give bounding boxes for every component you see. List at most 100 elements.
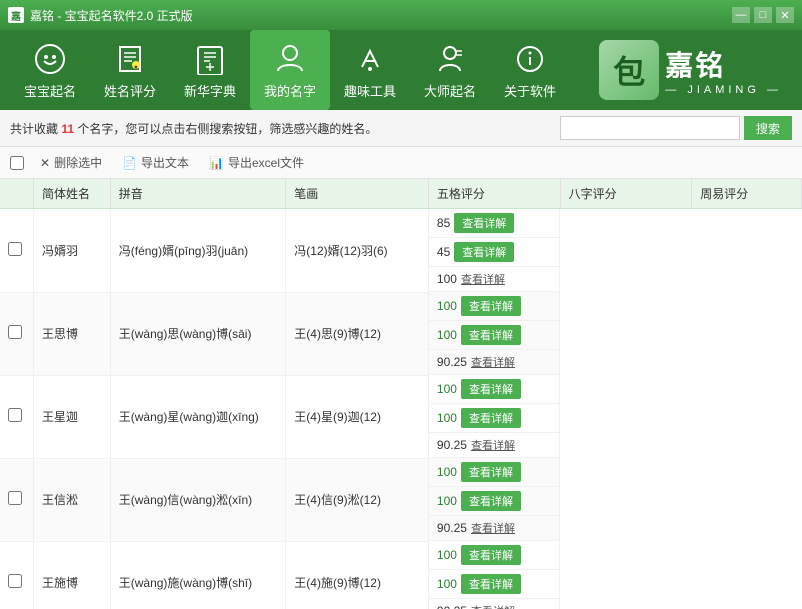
bazi-score: 100	[437, 577, 457, 591]
cell-bazi: 100查看详解	[429, 404, 560, 433]
bazi-score: 45	[437, 245, 450, 259]
close-button[interactable]: ✕	[776, 7, 794, 23]
master-name-icon	[432, 41, 468, 77]
row-checkbox[interactable]	[8, 325, 22, 339]
brand-text: 嘉铭 — JIAMING —	[665, 44, 782, 96]
cell-pinyin: 王(wàng)信(wàng)淞(xīn)	[110, 458, 286, 541]
table-row: 冯婿羽冯(féng)婿(pīng)羽(juān)冯(12)婿(12)羽(6)85…	[0, 209, 802, 293]
cell-pinyin: 王(wàng)星(wàng)迦(xīng)	[110, 375, 286, 458]
cell-name: 王施博	[33, 541, 110, 609]
cell-strokes: 王(4)思(9)博(12)	[286, 292, 429, 375]
cell-zhouyi: 90.25查看详解	[429, 516, 560, 541]
header-name: 简体姓名	[33, 179, 110, 209]
cell-bazi: 100 查看详解	[429, 321, 560, 350]
fun-tools-icon	[352, 41, 388, 77]
search-button[interactable]: 搜索	[744, 116, 792, 140]
bazi-score: 100	[437, 494, 457, 508]
nav-label: 新华字典	[184, 81, 236, 100]
wuge-score: 100	[437, 299, 457, 313]
nav-label: 关于软件	[504, 81, 556, 100]
bazi-view-button[interactable]: 查看详解	[454, 242, 514, 262]
search-input[interactable]	[560, 116, 740, 140]
header-pinyin: 拼音	[110, 179, 286, 209]
svg-text:★: ★	[133, 64, 138, 71]
zhouyi-score: 90.25	[437, 355, 467, 369]
wuge-view-button[interactable]: 查看详解	[461, 296, 521, 316]
cell-pinyin: 王(wàng)施(wàng)博(shī)	[110, 541, 286, 609]
header-check	[0, 179, 33, 209]
bazi-view-button[interactable]: 查看详解	[461, 408, 521, 428]
brand-sub: — JIAMING —	[665, 84, 782, 96]
row-checkbox[interactable]	[8, 242, 22, 256]
cell-name: 冯婿羽	[33, 209, 110, 293]
bazi-view-button[interactable]: 查看详解	[461, 325, 521, 345]
title-text: 嘉铭 - 宝宝起名软件2.0 正式版	[30, 7, 732, 24]
app-icon: 嘉	[8, 7, 24, 23]
cell-wuge: 100查看详解	[429, 541, 560, 570]
bazi-view-button[interactable]: 查看详解	[461, 491, 521, 511]
wuge-view-button[interactable]: 查看详解	[461, 462, 521, 482]
nav-label: 趣味工具	[344, 81, 396, 100]
cell-name: 王信淞	[33, 458, 110, 541]
zhouyi-view-button[interactable]: 查看详解	[471, 437, 515, 453]
xinhua-icon	[192, 41, 228, 77]
cell-name: 王思博	[33, 292, 110, 375]
zhouyi-score: 100	[437, 272, 457, 286]
brand: 包 嘉铭 — JIAMING —	[599, 40, 782, 100]
nav-xinhua[interactable]: 新华字典	[170, 30, 250, 110]
row-checkbox[interactable]	[8, 408, 22, 422]
table-row: 王星迦王(wàng)星(wàng)迦(xīng)王(4)星(9)迦(12)100…	[0, 375, 802, 458]
zhouyi-view-button[interactable]: 查看详解	[471, 520, 515, 536]
brand-name: 嘉铭	[665, 44, 782, 84]
nav-master-name[interactable]: 大师起名	[410, 30, 490, 110]
cell-zhouyi: 90.25 查看详解	[429, 350, 560, 375]
nav-name-eval[interactable]: ★ 姓名评分	[90, 30, 170, 110]
row-checkbox[interactable]	[8, 574, 22, 588]
wuge-view-button[interactable]: 查看详解	[461, 379, 521, 399]
brand-logo: 包	[599, 40, 659, 100]
nav-fun-tools[interactable]: 趣味工具	[330, 30, 410, 110]
cell-zhouyi: 100 查看详解	[429, 267, 560, 292]
minimize-button[interactable]: —	[732, 7, 750, 23]
wuge-score: 100	[437, 465, 457, 479]
cell-strokes: 冯(12)婿(12)羽(6)	[286, 209, 429, 293]
action-bar: ✕ 删除选中 📄 导出文本 📊 导出excel文件	[0, 147, 802, 179]
cell-bazi: 45 查看详解	[429, 238, 560, 267]
search-box: 搜索	[560, 116, 792, 140]
zhouyi-view-button[interactable]: 查看详解	[471, 603, 515, 609]
cell-bazi: 100 查看详解	[429, 570, 560, 599]
cell-strokes: 王(4)信(9)淞(12)	[286, 458, 429, 541]
export-excel-icon: 📊	[209, 156, 224, 170]
wuge-view-button[interactable]: 查看详解	[454, 213, 514, 233]
zhouyi-view-button[interactable]: 查看详解	[471, 354, 515, 370]
select-all-checkbox[interactable]	[10, 156, 24, 170]
cell-wuge: 85查看详解	[429, 209, 560, 238]
wuge-view-button[interactable]: 查看详解	[461, 545, 521, 565]
cell-wuge: 100查看详解	[429, 375, 560, 404]
export-text-button[interactable]: 📄 导出文本	[118, 152, 193, 173]
window-controls: — □ ✕	[732, 7, 794, 23]
nav-label: 宝宝起名	[24, 81, 76, 100]
names-table: 简体姓名 拼音 笔画 五格评分 八字评分 周易评分 冯婿羽冯(féng)婿(pī…	[0, 179, 802, 609]
bazi-score: 100	[437, 328, 457, 342]
row-checkbox[interactable]	[8, 491, 22, 505]
names-table-container: 简体姓名 拼音 笔画 五格评分 八字评分 周易评分 冯婿羽冯(féng)婿(pī…	[0, 179, 802, 609]
header-strokes: 笔画	[286, 179, 429, 209]
cell-bazi: 100 查看详解	[429, 487, 560, 516]
nav-label: 我的名字	[264, 81, 316, 100]
cell-zhouyi: 90.25 查看详解	[429, 599, 560, 609]
maximize-button[interactable]: □	[754, 7, 772, 23]
zhouyi-view-button[interactable]: 查看详解	[461, 271, 505, 287]
table-row: 王施博王(wàng)施(wàng)博(shī)王(4)施(9)博(12)100查…	[0, 541, 802, 609]
nav-baby-name[interactable]: 宝宝起名	[10, 30, 90, 110]
export-text-icon: 📄	[122, 156, 137, 170]
export-excel-button[interactable]: 📊 导出excel文件	[205, 152, 308, 173]
zhouyi-score: 90.25	[437, 604, 467, 609]
header-zhouyi: 周易评分	[692, 179, 802, 209]
nav-about[interactable]: 关于软件	[490, 30, 570, 110]
name-count: 11	[61, 122, 74, 136]
bazi-view-button[interactable]: 查看详解	[461, 574, 521, 594]
delete-selected-button[interactable]: ✕ 删除选中	[36, 152, 106, 173]
nav-my-name[interactable]: 我的名字	[250, 30, 330, 110]
baby-name-icon	[32, 41, 68, 77]
